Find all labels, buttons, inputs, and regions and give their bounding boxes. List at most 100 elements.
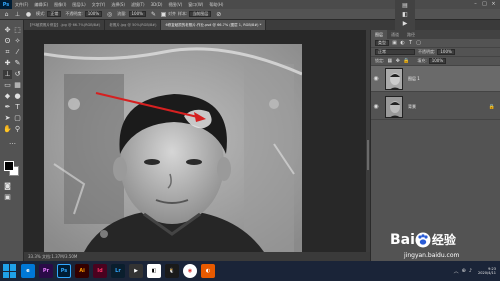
status-bar: 33.3% 文档:1.37M/3.50M <box>24 252 370 261</box>
layer-kind-filter[interactable]: 类型 <box>375 40 389 46</box>
aligned-checkbox[interactable] <box>160 11 166 17</box>
layer-row-layer1[interactable]: ◉ 图层 1 <box>371 66 500 92</box>
brush-tool-icon[interactable]: ✎ <box>13 59 22 68</box>
lock-all-icon[interactable]: 🔒 <box>403 58 409 64</box>
screen-mode-icon[interactable]: ▣ <box>3 193 12 202</box>
adjustment-filter-icon[interactable]: ◐ <box>400 40 405 46</box>
mode-select[interactable]: 正常 <box>47 11 62 17</box>
clone-stamp-tool-icon[interactable]: ⊥ <box>3 70 12 79</box>
gradient-tool-icon[interactable]: ▦ <box>13 81 22 90</box>
lock-row: 锁定: ▦ ✥ 🔒 填充: 100% <box>371 57 500 66</box>
media-app-icon[interactable]: ▶ <box>129 264 143 278</box>
document-tab-active[interactable]: 6修复破损的老照片-作业.psd @ 66.7% (图层 1, RGB/8#) … <box>161 20 267 30</box>
history-panel-icon[interactable]: ▤ <box>401 2 409 10</box>
annotation-arrow <box>95 92 206 122</box>
document-area: 【PS破损照片修复】.jpg @ 66.7%(RGB/8#) 老照片.jpg @… <box>24 20 370 261</box>
volume-icon[interactable]: ♪ <box>469 268 472 274</box>
browser-icon[interactable]: ◐ <box>201 264 215 278</box>
type-tool-icon[interactable]: T <box>13 103 22 112</box>
hand-tool-icon[interactable]: ✋ <box>3 125 12 134</box>
options-bar: ⌂ ⊥ ● 模式: 正常 不透明度: 100% ◎ 流量: 100% ✎ 对齐 … <box>0 9 500 20</box>
marquee-tool-icon[interactable]: ⬚ <box>13 26 22 35</box>
dodge-tool-icon[interactable]: ● <box>13 92 22 101</box>
eye-icon[interactable]: ◉ <box>371 103 381 110</box>
type-filter-icon[interactable]: T <box>408 40 413 46</box>
shape-tool-icon[interactable]: ▢ <box>13 114 22 123</box>
menu-filter[interactable]: 滤镜(T) <box>128 2 148 8</box>
maximize-icon[interactable]: □ <box>480 0 489 9</box>
tab-layers[interactable]: 图层 <box>371 30 387 39</box>
airbrush-icon[interactable]: ✎ <box>150 11 157 18</box>
clone-stamp-icon[interactable]: ⊥ <box>14 11 21 18</box>
layers-panel: 图层 通道 路径 类型 ▣ ◐ T ▢ 正常 不透明度: 100% 锁定: ▦ … <box>370 30 500 261</box>
menu-file[interactable]: 文件(F) <box>12 2 31 8</box>
edge-browser-icon[interactable]: e <box>21 264 35 278</box>
layer-opacity-input[interactable]: 100% <box>437 49 455 55</box>
pr-icon[interactable]: Pr <box>39 264 53 278</box>
menu-select[interactable]: 选择(S) <box>108 2 128 8</box>
chrome-icon[interactable]: ◉ <box>183 264 197 278</box>
minimize-icon[interactable]: – <box>471 0 480 9</box>
ps-icon[interactable]: Ps <box>57 264 71 278</box>
lasso-tool-icon[interactable]: ʘ <box>3 37 12 46</box>
ai-icon[interactable]: Ai <box>75 264 89 278</box>
lock-pixels-icon[interactable]: ▦ <box>387 58 392 64</box>
eyedropper-tool-icon[interactable]: ⁄ <box>13 48 22 57</box>
quick-select-tool-icon[interactable]: ✧ <box>13 37 22 46</box>
tray-up-icon[interactable]: ︿ <box>454 268 459 275</box>
fill-input[interactable]: 100% <box>428 58 447 64</box>
lr-icon[interactable]: Lr <box>111 264 125 278</box>
menu-type[interactable]: 文字(Y) <box>89 2 109 8</box>
pen-tool-icon[interactable]: ✒ <box>3 103 12 112</box>
home-icon[interactable]: ⌂ <box>3 11 10 18</box>
brush-preset-icon[interactable]: ● <box>25 11 32 18</box>
properties-panel-icon[interactable]: ◧ <box>401 11 409 19</box>
tab-channels[interactable]: 通道 <box>387 30 403 39</box>
tab-paths[interactable]: 路径 <box>403 30 419 39</box>
app-icon[interactable]: ◧ <box>147 264 161 278</box>
eye-icon[interactable]: ◉ <box>371 75 381 82</box>
history-brush-tool-icon[interactable]: ↺ <box>13 70 22 79</box>
old-photo-canvas[interactable] <box>44 44 302 252</box>
menu-layer[interactable]: 图层(L) <box>69 2 88 8</box>
windows-start-icon[interactable] <box>3 264 17 278</box>
menu-3d[interactable]: 3D(D) <box>148 2 166 7</box>
more-tools-icon[interactable]: … <box>8 138 17 147</box>
layer-row-background[interactable]: ◉ 背景 🔒 <box>371 94 500 120</box>
flow-input[interactable]: 100% <box>128 11 146 17</box>
lock-icon: 🔒 <box>488 103 495 110</box>
foreground-color-swatch[interactable] <box>4 161 14 171</box>
qq-icon[interactable]: 🐧 <box>165 264 179 278</box>
shape-filter-icon[interactable]: ▢ <box>416 40 421 46</box>
scrollbar-thumb[interactable] <box>367 140 369 170</box>
pixel-filter-icon[interactable]: ▣ <box>392 40 397 46</box>
blur-tool-icon[interactable]: ◆ <box>3 92 12 101</box>
quick-mask-icon[interactable]: ◙ <box>3 182 12 191</box>
pressure-opacity-icon[interactable]: ◎ <box>106 11 113 18</box>
opacity-input[interactable]: 100% <box>84 11 103 17</box>
sample-select[interactable]: 当前图层 <box>189 11 212 17</box>
lock-position-icon[interactable]: ✥ <box>395 58 400 64</box>
system-tray: ︿ ⊕ ♪ 9:23 2020/4/11 <box>454 261 496 281</box>
document-tab[interactable]: 老照片.jpg @ 50%(RGB/8#) <box>105 20 162 30</box>
menu-image[interactable]: 图像(I) <box>51 2 69 8</box>
id-icon[interactable]: Id <box>93 264 107 278</box>
menu-edit[interactable]: 编辑(E) <box>31 2 51 8</box>
eraser-tool-icon[interactable]: ▭ <box>3 81 12 90</box>
play-actions-icon[interactable]: ▶ <box>401 20 409 28</box>
zoom-tool-icon[interactable]: ⚲ <box>13 125 22 134</box>
document-tab-bar: 【PS破损照片修复】.jpg @ 66.7%(RGB/8#) 老照片.jpg @… <box>24 20 370 30</box>
menu-view[interactable]: 视图(V) <box>165 2 185 8</box>
move-tool-icon[interactable]: ✥ <box>3 26 12 35</box>
crop-tool-icon[interactable]: ⌗ <box>3 48 12 57</box>
menu-help[interactable]: 帮助(H) <box>206 2 226 8</box>
healing-brush-tool-icon[interactable]: ✚ <box>3 59 12 68</box>
document-tab[interactable]: 【PS破损照片修复】.jpg @ 66.7%(RGB/8#) <box>24 20 106 30</box>
path-select-tool-icon[interactable]: ➤ <box>3 114 12 123</box>
clock[interactable]: 9:23 2020/4/11 <box>478 267 496 276</box>
ignore-adjustment-icon[interactable]: ⊘ <box>215 11 222 18</box>
network-icon[interactable]: ⊕ <box>462 268 466 274</box>
close-icon[interactable]: × <box>489 0 498 9</box>
menu-window[interactable]: 窗口(W) <box>185 2 206 8</box>
blend-mode-select[interactable]: 正常 <box>375 49 415 55</box>
